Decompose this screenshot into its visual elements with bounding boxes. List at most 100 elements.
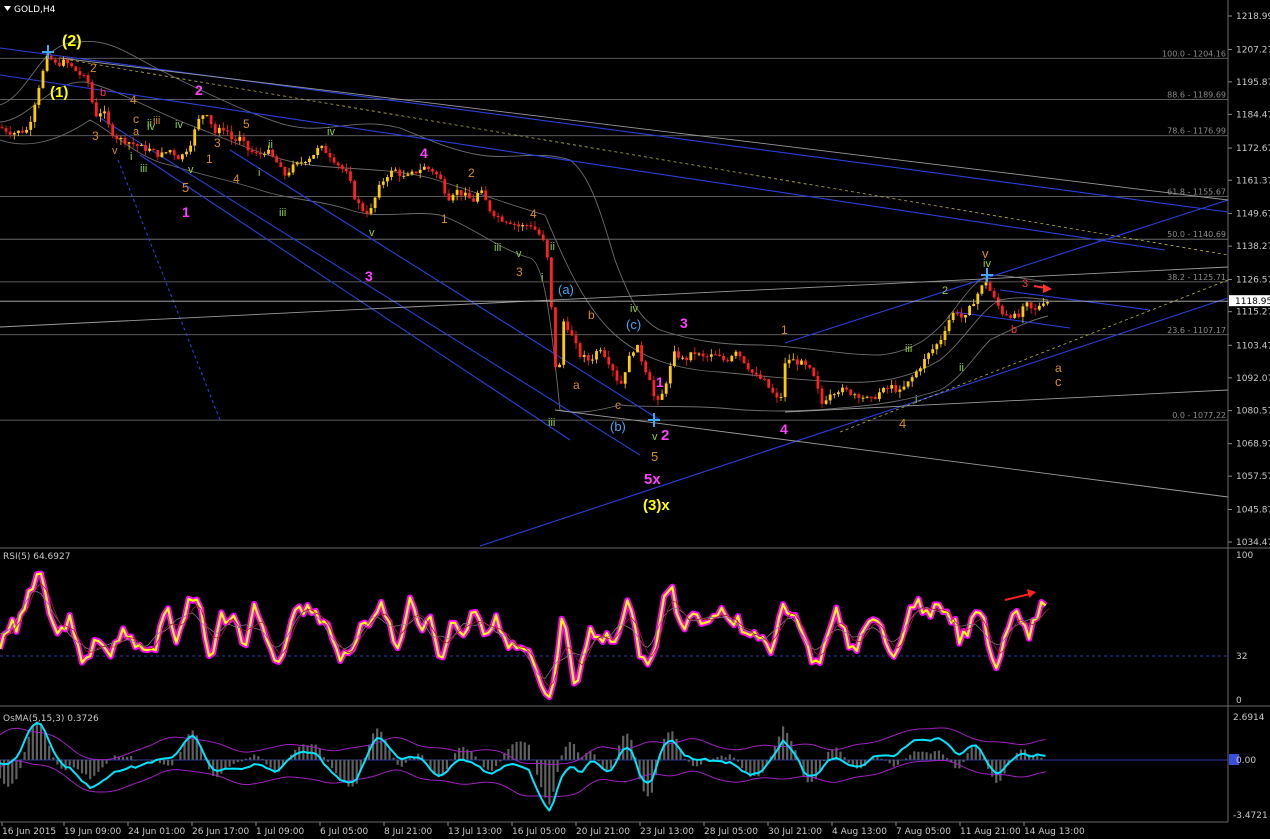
- wave-label: (2): [62, 33, 82, 50]
- fib-label: 38.2 - 1125.71: [1167, 273, 1226, 282]
- candle[interactable]: [488, 199, 492, 214]
- fib-label: 88.6 - 1189.69: [1167, 91, 1226, 100]
- candle[interactable]: [41, 69, 45, 89]
- wave-label: ii: [959, 362, 964, 374]
- wave-label: 2: [90, 61, 97, 75]
- candle[interactable]: [550, 257, 553, 310]
- candle[interactable]: [636, 344, 639, 353]
- wave-label: 5: [651, 449, 658, 464]
- candle[interactable]: [37, 85, 41, 109]
- wave-label: i: [258, 167, 260, 179]
- price-axis-label: 1103.47: [1236, 341, 1270, 351]
- osma-signal-line-2: [0, 759, 1046, 798]
- rsi-title: RSI(5) 64.6927: [3, 552, 70, 562]
- fib-label: 100.0 - 1204.16: [1162, 49, 1226, 58]
- time-axis-label: 19 Jun 09:00: [64, 827, 121, 837]
- price-axis-label: 1184.47: [1236, 110, 1270, 120]
- price-axis[interactable]: 1218.99 1207.27 1195.87 1184.47 1172.67 1161.…: [1228, 12, 1270, 548]
- chart-canvas[interactable]: GOLD,H4 100.0 - 1204.16 88.6 - 1189.69 78.…: [0, 0, 1270, 839]
- wave-label: 3: [516, 265, 523, 279]
- osma-axis-zero: 0.00: [1236, 756, 1256, 766]
- wave-label: 3: [214, 136, 221, 150]
- wave-label: iv: [327, 126, 335, 138]
- candle[interactable]: [312, 154, 315, 160]
- wave-label: 1: [781, 323, 788, 337]
- wave-label: c: [133, 112, 139, 126]
- fib-label: 50.0 - 1140.69: [1167, 230, 1226, 239]
- price-axis-label: 1126.57: [1236, 275, 1270, 285]
- wave-label: 4: [420, 145, 428, 161]
- candle[interactable]: [730, 354, 734, 363]
- wave-label: v: [982, 246, 989, 261]
- price-axis-label: 1034.47: [1236, 538, 1270, 548]
- wave-label: 5x: [644, 471, 661, 488]
- wave-label: iv: [630, 303, 638, 315]
- time-axis-label: 30 Jul 21:00: [768, 827, 822, 837]
- candle[interactable]: [554, 307, 557, 371]
- time-axis-label: 8 Jul 21:00: [384, 827, 433, 837]
- candle[interactable]: [742, 355, 746, 365]
- wave-label: v: [112, 145, 118, 157]
- wave-label: v: [369, 227, 375, 239]
- time-axis-label: 14 Aug 13:00: [1024, 827, 1085, 837]
- time-axis-label: 28 Jul 05:00: [704, 827, 758, 837]
- wave-label: 1: [206, 152, 213, 166]
- wave-label: (b): [610, 419, 626, 434]
- time-axis-label: 13 Jul 13:00: [448, 827, 502, 837]
- wave-label: b: [1011, 324, 1017, 336]
- wave-label: iii: [140, 163, 147, 175]
- wave-label: a: [573, 378, 580, 392]
- time-axis-label: 20 Jul 21:00: [576, 827, 630, 837]
- wave-label: 5: [182, 180, 189, 195]
- price-axis-label: 1068.97: [1236, 440, 1270, 450]
- candle[interactable]: [968, 304, 971, 316]
- wave-label: iii: [153, 115, 160, 127]
- wave-label: 2: [195, 82, 203, 98]
- time-axis-label: 16 Jun 2015: [2, 827, 56, 837]
- candle[interactable]: [783, 357, 787, 402]
- osma-title: OsMA(5,15,3) 0.3726: [3, 714, 99, 724]
- osma-axis-top: 2.6914: [1233, 713, 1265, 723]
- price-axis-label: 1057.57: [1236, 472, 1270, 482]
- rsi-panel[interactable]: RSI(5) 64.6927 100 32 0: [0, 551, 1253, 706]
- wave-label: 4: [899, 416, 906, 431]
- wave-label: 3: [1022, 278, 1028, 290]
- candle[interactable]: [812, 366, 816, 377]
- candle[interactable]: [111, 122, 115, 139]
- fib-label: 0.0 - 1077.22: [1172, 411, 1226, 420]
- time-axis-label: 7 Aug 05:00: [896, 827, 951, 837]
- symbol-title: GOLD,H4: [14, 5, 56, 15]
- wave-label: ii: [550, 241, 555, 253]
- wave-label: 5: [243, 117, 250, 131]
- time-axis-label: 16 Jul 05:00: [512, 827, 566, 837]
- candle[interactable]: [545, 239, 549, 261]
- candle[interactable]: [90, 79, 94, 105]
- osma-main-line: [0, 721, 1046, 812]
- wave-label: i: [130, 151, 132, 163]
- price-axis-label: 1149.67: [1236, 210, 1270, 220]
- candle[interactable]: [74, 65, 78, 72]
- candle[interactable]: [578, 341, 582, 360]
- candle[interactable]: [767, 378, 771, 389]
- wave-label: v: [188, 164, 194, 176]
- price-axis-label: 1172.67: [1236, 144, 1270, 154]
- wave-label: i: [541, 272, 543, 284]
- wave-label: 1: [182, 204, 190, 220]
- wave-label: 4: [530, 207, 537, 221]
- wave-label: iii: [494, 242, 501, 254]
- price-axis-label: 1092.07: [1236, 374, 1270, 384]
- time-axis-label: 11 Aug 21:00: [960, 827, 1021, 837]
- osma-axis-bottom: -3.4721: [1233, 811, 1268, 821]
- osma-panel[interactable]: OsMA(5,15,3) 0.3726 2.6914 0.00 -3.4721: [0, 713, 1268, 821]
- wave-label: c: [615, 398, 621, 412]
- candle[interactable]: [562, 318, 566, 369]
- rsi-axis-0: 0: [1236, 696, 1242, 706]
- price-axis-label: 1045.87: [1236, 506, 1270, 516]
- svg-text:1118.95: 1118.95: [1235, 297, 1270, 307]
- candle[interactable]: [353, 179, 356, 201]
- wave-label: (1): [50, 84, 68, 101]
- wave-label: v: [516, 248, 522, 260]
- wave-label: ii: [147, 118, 152, 130]
- wave-label: (3)x: [643, 497, 670, 514]
- time-axis[interactable]: 16 Jun 2015 19 Jun 09:00 24 Jun 01:00 26 Ju…: [1, 822, 1085, 837]
